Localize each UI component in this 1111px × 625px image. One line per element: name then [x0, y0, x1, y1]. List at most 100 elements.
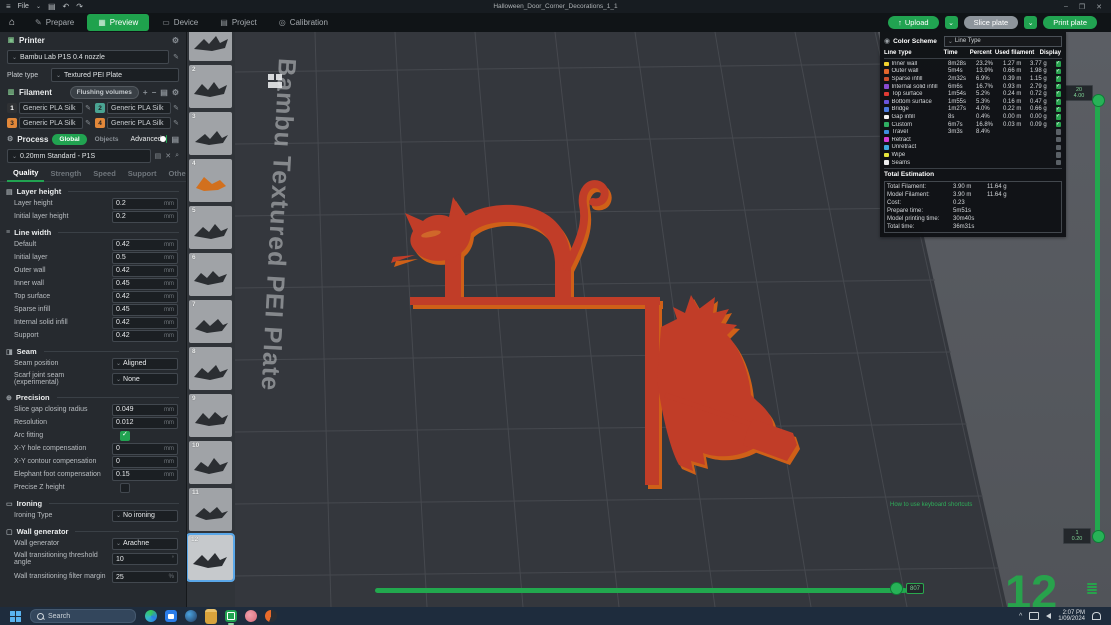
display-checkbox[interactable] — [1055, 68, 1061, 75]
line-width-sparse-infill-input[interactable]: 0.45 mm — [112, 303, 178, 316]
home-icon[interactable]: ⌂ — [0, 17, 24, 28]
file-explorer-icon[interactable] — [205, 608, 217, 624]
microsoft-store-icon[interactable] — [165, 610, 177, 622]
display-checkbox[interactable] — [1055, 159, 1061, 166]
wall-transitioning-threshold-angle-input[interactable]: 10 ° — [112, 553, 178, 565]
app-icon-2[interactable] — [245, 610, 257, 622]
resolution-input[interactable]: 0.012 mm — [112, 416, 178, 429]
process-global-toggle[interactable]: Global — [52, 133, 87, 145]
ironing-type-select[interactable]: ⌄ No ironing — [112, 509, 178, 522]
tab-prepare[interactable]: ✎ Prepare — [24, 13, 85, 32]
advanced-toggle[interactable] — [160, 135, 168, 143]
plate-thumbnail-11[interactable]: 11 — [189, 488, 232, 531]
printer-settings-gear-icon[interactable]: ⚙ — [172, 36, 179, 45]
delete-preset-icon[interactable]: ✕ — [165, 152, 171, 160]
plate-thumbnail-8[interactable]: 8 — [189, 347, 232, 390]
process-objects-toggle[interactable]: Objects — [91, 136, 123, 143]
notification-bell-icon[interactable] — [1092, 612, 1101, 620]
plate-type-select[interactable]: ⌄ Textured PEI Plate — [51, 68, 179, 82]
layer-height-input[interactable]: 0.2 mm — [112, 197, 178, 210]
scarf-joint-seam-select[interactable]: ⌄ None — [112, 373, 178, 385]
printer-edit-icon[interactable]: ✎ — [173, 53, 179, 61]
tab-support[interactable]: Support — [122, 166, 163, 181]
display-icon[interactable] — [1029, 612, 1040, 620]
plate-thumbnail-9[interactable]: 9 — [189, 394, 232, 437]
filament-edit-icon[interactable]: ✎ — [85, 119, 91, 127]
tab-project[interactable]: ▤ Project — [209, 13, 267, 32]
tab-calibration[interactable]: ◎ Calibration — [268, 13, 339, 32]
filament-edit-icon[interactable]: ✎ — [173, 119, 179, 127]
plate-thumbnail-2[interactable]: 2 — [189, 65, 232, 108]
compare-preset-icon[interactable]: ▤ — [171, 135, 179, 144]
process-preset-select[interactable]: ⌄ 0.20mm Standard - P1S — [7, 149, 151, 163]
layer-slider-bottom-handle[interactable] — [1092, 530, 1105, 543]
print-dropdown-button[interactable]: ⌄ — [1024, 16, 1038, 29]
tray-expand-icon[interactable]: ^ — [1019, 613, 1022, 620]
tab-speed[interactable]: Speed — [87, 166, 122, 181]
save-icon[interactable]: ▤ — [48, 2, 56, 11]
plate-thumbnail-10[interactable]: 10 — [189, 441, 232, 484]
restore-button[interactable]: ❐ — [1079, 3, 1085, 11]
line-width-support-input[interactable]: 0.42 mm — [112, 329, 178, 342]
speaker-icon[interactable] — [1046, 613, 1052, 619]
plate-thumbnail-12[interactable]: 12 — [186, 533, 235, 582]
edge-browser-icon[interactable] — [145, 610, 157, 622]
hamburger-menu-icon[interactable]: ≡ — [6, 2, 11, 11]
filament-slot-3[interactable]: 3 Generic PLA Silk ✎ — [7, 117, 91, 129]
layer-slider-top-handle[interactable] — [1092, 94, 1105, 107]
tab-others[interactable]: Others — [163, 166, 186, 181]
pin-icon[interactable]: ◉ — [884, 37, 890, 45]
tab-preview[interactable]: ▦ Preview — [87, 14, 150, 31]
precise-z-height-checkbox[interactable] — [120, 482, 130, 493]
printer-select[interactable]: ⌄ Bambu Lab P1S 0.4 nozzle — [7, 50, 170, 64]
view-mode-select[interactable]: ⌄ Line Type — [943, 35, 1062, 47]
line-width-top-surface-input[interactable]: 0.42 mm — [112, 290, 178, 303]
display-checkbox[interactable] — [1055, 136, 1061, 143]
plate-thumbnail-3[interactable]: 3 — [189, 112, 232, 155]
slice-dropdown-button[interactable]: ⌄ — [944, 16, 958, 29]
elephant-foot-compensation-input[interactable]: 0.15 mm — [112, 468, 178, 481]
wall-generator-select[interactable]: ⌄ Arachne — [112, 537, 178, 550]
display-checkbox[interactable] — [1055, 144, 1061, 151]
line-width-internal-solid-input[interactable]: 0.42 mm — [112, 316, 178, 329]
plate-thumbnail-5[interactable]: 5 — [189, 206, 232, 249]
app-icon[interactable] — [185, 610, 197, 622]
display-checkbox[interactable] — [1055, 83, 1061, 90]
chevron-down-icon[interactable]: ⌄ — [36, 4, 41, 10]
line-width-default-input[interactable]: 0.42 mm — [112, 238, 178, 251]
display-checkbox[interactable] — [1055, 98, 1061, 105]
flushing-volumes-button[interactable]: Flushing volumes — [69, 85, 139, 99]
filament-edit-icon[interactable]: ✎ — [85, 104, 91, 112]
wall-transitioning-filter-margin-input[interactable]: 25% — [112, 571, 178, 583]
line-width-inner-wall-input[interactable]: 0.45 mm — [112, 277, 178, 290]
plate-thumbnail-7[interactable]: 7 — [189, 300, 232, 343]
upload-button[interactable]: ↑ Upload — [888, 16, 939, 29]
start-button[interactable] — [10, 610, 21, 622]
plate-thumbnail-6[interactable]: 6 — [189, 253, 232, 296]
clock[interactable]: 2:07 PM 1/09/2024 — [1058, 610, 1085, 623]
tab-device[interactable]: ▭ Device — [151, 13, 209, 32]
plate-thumbnail-4[interactable]: 4 — [189, 159, 232, 202]
remove-filament-button[interactable]: − — [152, 88, 157, 97]
plate-thumbnail-1[interactable]: 1 — [189, 32, 232, 61]
display-checkbox[interactable] — [1055, 75, 1061, 82]
slice-plate-button[interactable]: Slice plate — [963, 16, 1019, 29]
bambu-studio-icon[interactable] — [225, 610, 237, 625]
tab-strength[interactable]: Strength — [44, 166, 87, 181]
seam-position-select[interactable]: ⌄ Aligned — [112, 357, 178, 370]
save-preset-icon[interactable]: ▤ — [155, 152, 162, 160]
brave-browser-icon[interactable] — [265, 610, 277, 622]
minimize-button[interactable]: – — [1064, 3, 1068, 11]
initial-layer-height-input[interactable]: 0.2 mm — [112, 210, 178, 223]
undo-icon[interactable]: ↶ — [63, 2, 70, 11]
layer-slider[interactable] — [1095, 100, 1100, 536]
display-checkbox[interactable] — [1055, 60, 1061, 67]
keyboard-shortcuts-link[interactable]: How to use keyboard shortcuts — [890, 502, 972, 508]
search-preset-icon[interactable]: ⌕ — [175, 152, 179, 160]
xy-contour-compensation-input[interactable]: 0 mm — [112, 455, 178, 468]
tab-quality[interactable]: Quality — [7, 165, 45, 182]
filament-edit-icon[interactable]: ✎ — [173, 104, 179, 112]
filament-slot-1[interactable]: 1 Generic PLA Silk ✎ — [7, 102, 91, 114]
display-checkbox[interactable] — [1055, 121, 1061, 128]
display-checkbox[interactable] — [1055, 91, 1061, 97]
